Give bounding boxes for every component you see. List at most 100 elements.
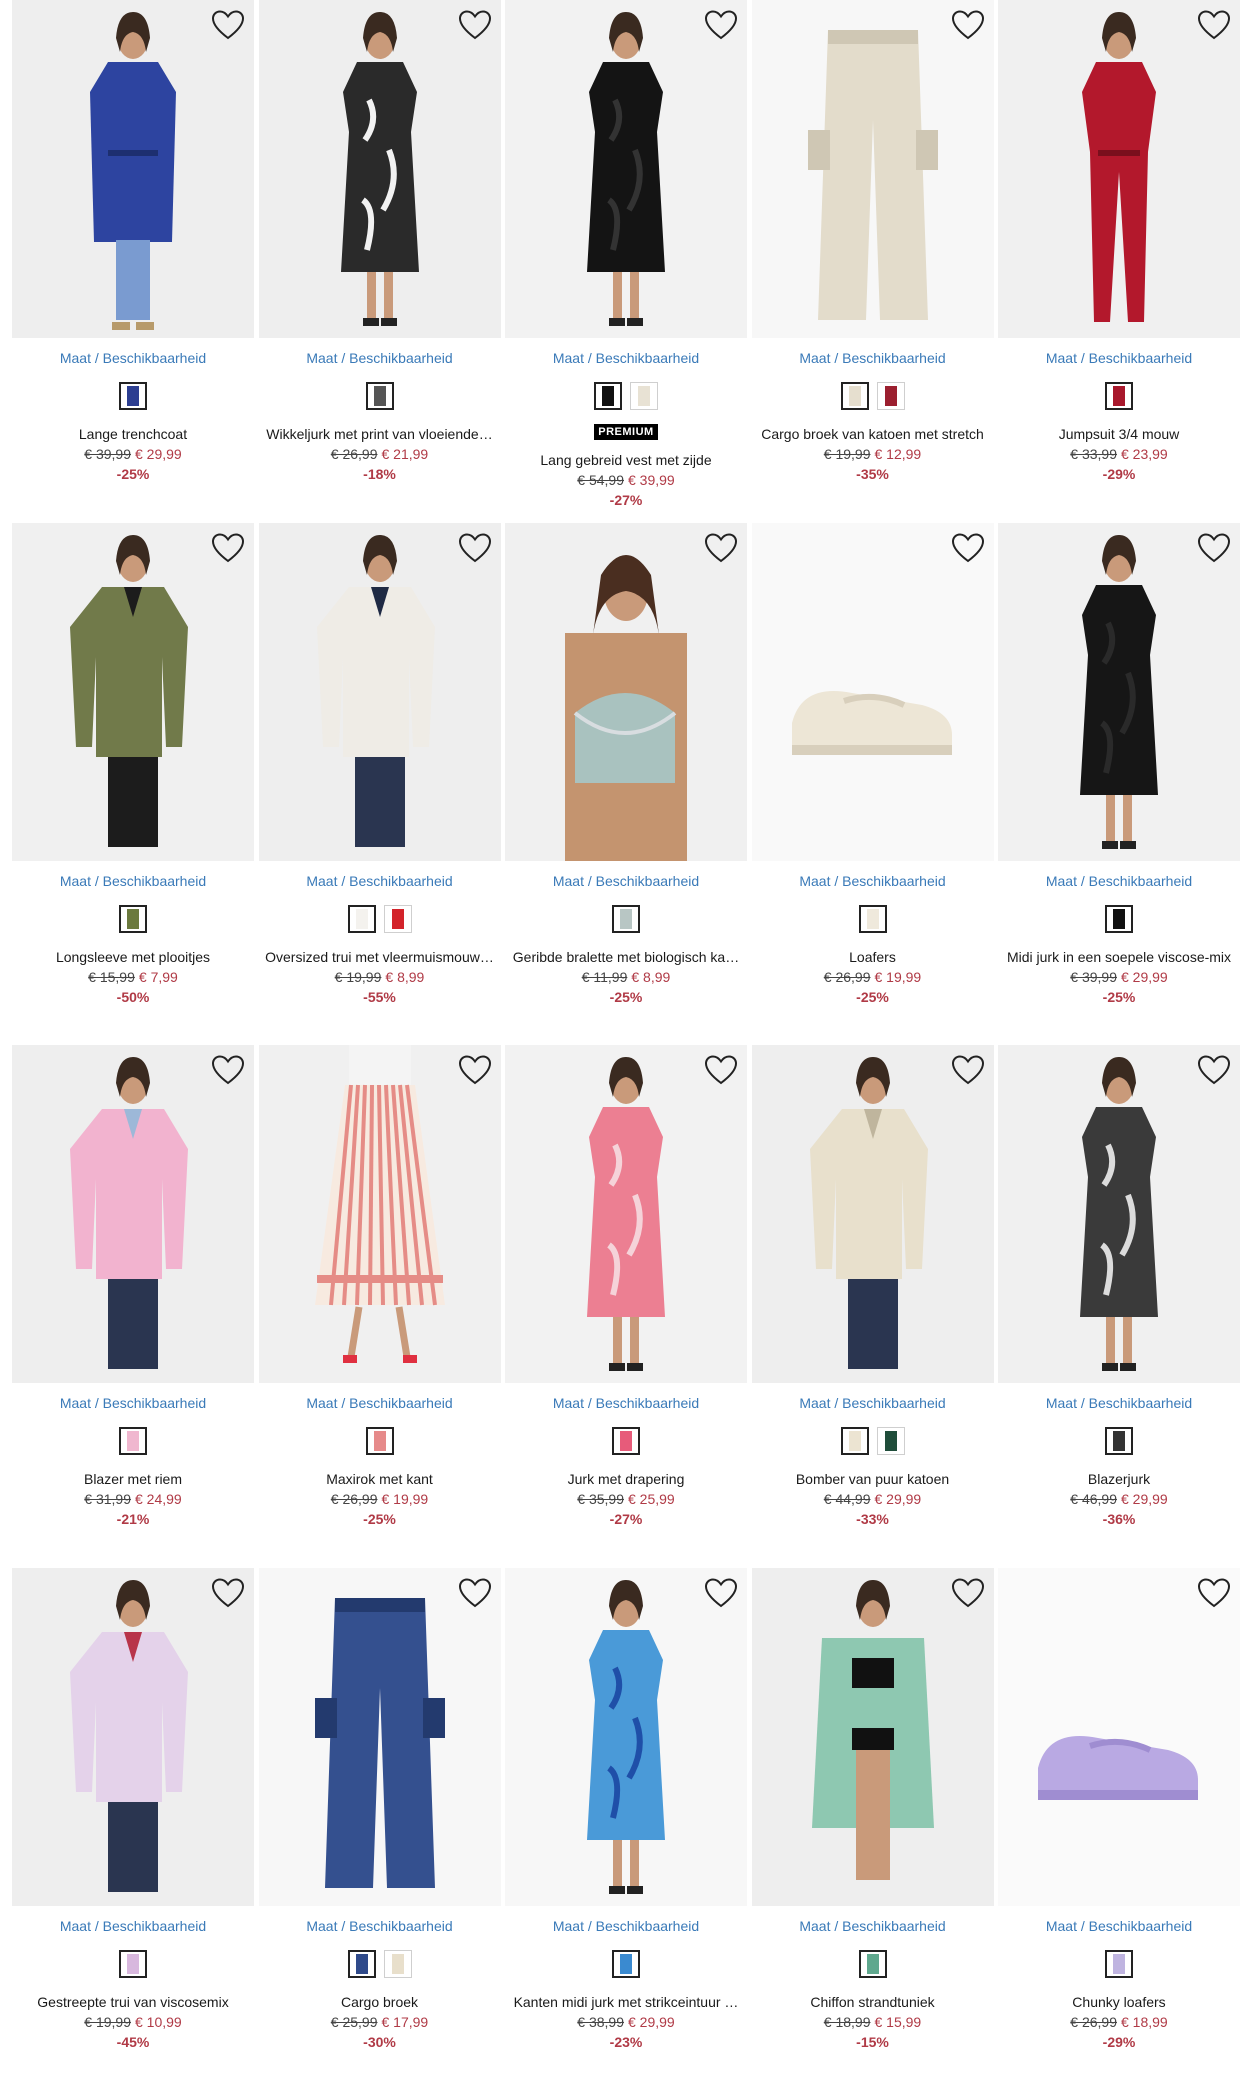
- color-swatch[interactable]: [876, 382, 905, 410]
- color-swatch[interactable]: [119, 904, 147, 933]
- product-card[interactable]: Maat / Beschikbaarheid Gestreepte trui va…: [12, 1567, 254, 2078]
- heart-icon[interactable]: [703, 1053, 739, 1089]
- product-name[interactable]: Jurk met drapering: [505, 1471, 747, 1487]
- product-card[interactable]: Maat / Beschikbaarheid Geribde bralette m…: [505, 522, 747, 1033]
- product-card[interactable]: Maat / Beschikbaarheid Maxirok met kant € …: [258, 1045, 501, 1555]
- product-card[interactable]: Maat / Beschikbaarheid Cargo broek van ka…: [751, 0, 994, 510]
- product-name[interactable]: Maxirok met kant: [259, 1471, 501, 1487]
- heart-icon[interactable]: [1196, 8, 1232, 44]
- product-name[interactable]: Bomber van puur katoen: [752, 1471, 994, 1487]
- heart-icon[interactable]: [703, 1576, 739, 1612]
- size-availability-link[interactable]: Maat / Beschikbaarheid: [259, 1918, 501, 1934]
- product-name[interactable]: Blazer met riem: [12, 1471, 254, 1487]
- color-swatch[interactable]: [612, 1949, 640, 1978]
- product-card[interactable]: Maat / Beschikbaarheid Bomber van puur ka…: [751, 1045, 994, 1555]
- heart-icon[interactable]: [210, 1576, 246, 1612]
- product-image[interactable]: [12, 522, 254, 861]
- product-name[interactable]: Kanten midi jurk met strikceintuur …: [505, 1994, 747, 2010]
- product-name[interactable]: Jumpsuit 3/4 mouw: [998, 426, 1240, 442]
- product-image[interactable]: [751, 0, 994, 338]
- heart-icon[interactable]: [457, 1576, 493, 1612]
- product-image[interactable]: [998, 1567, 1240, 1906]
- product-name[interactable]: Midi jurk in een soepele viscose-mix: [998, 949, 1240, 965]
- size-availability-link[interactable]: Maat / Beschikbaarheid: [505, 1918, 747, 1934]
- product-name[interactable]: Gestreepte trui van viscosemix: [12, 1994, 254, 2010]
- heart-icon[interactable]: [703, 531, 739, 567]
- product-image[interactable]: [751, 1567, 994, 1906]
- size-availability-link[interactable]: Maat / Beschikbaarheid: [505, 350, 747, 366]
- product-card[interactable]: Maat / Beschikbaarheid Longsleeve met plo…: [12, 522, 254, 1033]
- product-card[interactable]: Maat / Beschikbaarheid Cargo broek € 25,99…: [258, 1567, 501, 2078]
- product-card[interactable]: Maat / Beschikbaarheid Oversized trui met…: [258, 522, 501, 1033]
- color-swatch[interactable]: [1105, 1427, 1133, 1455]
- product-card[interactable]: Maat / Beschikbaarheid PREMIUM Lang gebrei…: [505, 0, 747, 510]
- heart-icon[interactable]: [210, 1053, 246, 1089]
- size-availability-link[interactable]: Maat / Beschikbaarheid: [752, 1395, 994, 1411]
- product-name[interactable]: Wikkeljurk met print van vloeiende…: [259, 426, 501, 442]
- color-swatch[interactable]: [383, 1949, 412, 1978]
- product-image[interactable]: [505, 1045, 747, 1383]
- product-image[interactable]: [258, 1567, 501, 1906]
- product-name[interactable]: Geribde bralette met biologisch ka…: [505, 949, 747, 965]
- product-card[interactable]: Maat / Beschikbaarheid Lange trenchcoat € …: [12, 0, 254, 510]
- color-swatch[interactable]: [383, 904, 412, 933]
- size-availability-link[interactable]: Maat / Beschikbaarheid: [998, 1395, 1240, 1411]
- heart-icon[interactable]: [950, 1053, 986, 1089]
- product-card[interactable]: Maat / Beschikbaarheid Blazer met riem € 3…: [12, 1045, 254, 1555]
- product-card[interactable]: Maat / Beschikbaarheid Kanten midi jurk m…: [505, 1567, 747, 2078]
- product-card[interactable]: Maat / Beschikbaarheid Midi jurk in een s…: [998, 522, 1240, 1033]
- color-swatch[interactable]: [840, 1427, 869, 1455]
- product-image[interactable]: [12, 1567, 254, 1906]
- product-name[interactable]: Chunky loafers: [998, 1994, 1240, 2010]
- product-image[interactable]: [258, 1045, 501, 1383]
- color-swatch[interactable]: [119, 1427, 147, 1455]
- heart-icon[interactable]: [950, 8, 986, 44]
- size-availability-link[interactable]: Maat / Beschikbaarheid: [505, 1395, 747, 1411]
- color-swatch[interactable]: [594, 382, 622, 410]
- color-swatch[interactable]: [876, 1427, 905, 1455]
- heart-icon[interactable]: [1196, 1053, 1232, 1089]
- size-availability-link[interactable]: Maat / Beschikbaarheid: [12, 350, 254, 366]
- size-availability-link[interactable]: Maat / Beschikbaarheid: [12, 1918, 254, 1934]
- color-swatch[interactable]: [119, 1949, 147, 1978]
- color-swatch[interactable]: [119, 382, 147, 410]
- product-card[interactable]: Maat / Beschikbaarheid Chiffon strandtuni…: [751, 1567, 994, 2078]
- color-swatch[interactable]: [858, 904, 887, 933]
- size-availability-link[interactable]: Maat / Beschikbaarheid: [998, 873, 1240, 889]
- product-name[interactable]: Longsleeve met plooitjes: [12, 949, 254, 965]
- heart-icon[interactable]: [1196, 531, 1232, 567]
- heart-icon[interactable]: [210, 8, 246, 44]
- product-name[interactable]: Cargo broek van katoen met stretch: [752, 426, 994, 442]
- size-availability-link[interactable]: Maat / Beschikbaarheid: [505, 873, 747, 889]
- size-availability-link[interactable]: Maat / Beschikbaarheid: [998, 350, 1240, 366]
- size-availability-link[interactable]: Maat / Beschikbaarheid: [259, 873, 501, 889]
- color-swatch[interactable]: [347, 904, 376, 933]
- product-name[interactable]: Lang gebreid vest met zijde: [505, 452, 747, 468]
- heart-icon[interactable]: [457, 531, 493, 567]
- heart-icon[interactable]: [950, 1576, 986, 1612]
- product-name[interactable]: Cargo broek: [259, 1994, 501, 2010]
- size-availability-link[interactable]: Maat / Beschikbaarheid: [12, 1395, 254, 1411]
- product-name[interactable]: Oversized trui met vleermuismouw…: [259, 949, 501, 965]
- product-image[interactable]: [505, 0, 747, 338]
- color-swatch[interactable]: [347, 1949, 376, 1978]
- product-name[interactable]: Blazerjurk: [998, 1471, 1240, 1487]
- product-card[interactable]: Maat / Beschikbaarheid Wikkeljurk met pri…: [258, 0, 501, 510]
- product-image[interactable]: [998, 1045, 1240, 1383]
- heart-icon[interactable]: [950, 531, 986, 567]
- heart-icon[interactable]: [210, 531, 246, 567]
- size-availability-link[interactable]: Maat / Beschikbaarheid: [259, 1395, 501, 1411]
- color-swatch[interactable]: [612, 904, 640, 933]
- product-image[interactable]: [12, 1045, 254, 1383]
- size-availability-link[interactable]: Maat / Beschikbaarheid: [752, 350, 994, 366]
- product-image[interactable]: [505, 522, 747, 861]
- heart-icon[interactable]: [457, 1053, 493, 1089]
- color-swatch[interactable]: [630, 382, 658, 410]
- product-image[interactable]: [998, 522, 1240, 861]
- product-image[interactable]: [751, 1045, 994, 1383]
- size-availability-link[interactable]: Maat / Beschikbaarheid: [259, 350, 501, 366]
- color-swatch[interactable]: [612, 1427, 640, 1455]
- heart-icon[interactable]: [1196, 1576, 1232, 1612]
- product-card[interactable]: Maat / Beschikbaarheid Loafers € 26,99 € 19…: [751, 522, 994, 1033]
- heart-icon[interactable]: [457, 8, 493, 44]
